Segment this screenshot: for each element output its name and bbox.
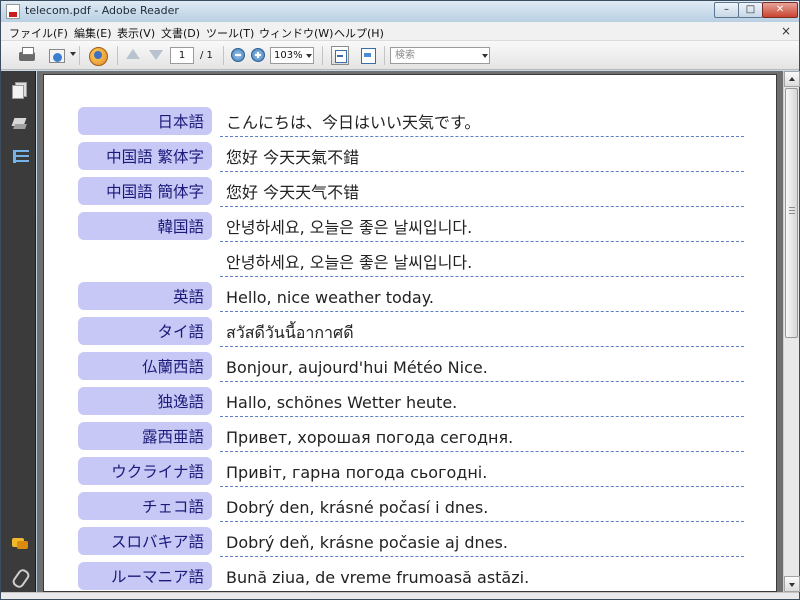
- language-label: ルーマニア語: [78, 562, 212, 590]
- chevron-down-icon: [482, 54, 488, 58]
- comments-icon[interactable]: [12, 536, 28, 551]
- language-label: 日本語: [78, 107, 212, 135]
- vertical-scrollbar[interactable]: [783, 71, 800, 592]
- language-label: 仏蘭西語: [78, 352, 212, 380]
- menu-document[interactable]: 文書(D): [161, 25, 200, 41]
- phrase-text: 您好 今天天气不错: [220, 177, 744, 207]
- zoom-in-icon[interactable]: [251, 48, 265, 62]
- language-label: スロバキア語: [78, 527, 212, 555]
- language-label: タイ語: [78, 317, 212, 345]
- app-window: telecom.pdf - Adobe Reader – □ ✕ ファイル(F)…: [0, 0, 800, 600]
- layers-icon[interactable]: [12, 116, 27, 131]
- scroll-thumb[interactable]: [785, 88, 798, 338]
- page-total: / 1: [200, 50, 213, 61]
- language-label: 韓国語: [78, 212, 212, 240]
- toolbar-separator: [384, 46, 385, 65]
- language-label: 英語: [78, 282, 212, 310]
- phrase-text: Bună ziua, de vreme frumoasă astăzi.: [220, 562, 744, 591]
- phrase-row: 独逸語 Hallo, schönes Wetter heute.: [78, 387, 744, 417]
- phrase-text: 您好 今天天氣不錯: [220, 142, 744, 172]
- share-icon[interactable]: [87, 45, 109, 66]
- phrase-text: 안녕하세요, 오늘은 좋은 날씨입니다.: [220, 247, 744, 277]
- menu-file[interactable]: ファイル(F): [9, 25, 68, 41]
- bookmarks-icon[interactable]: [12, 149, 29, 164]
- phrase-text: Привіт, гарна погода сьогодні.: [220, 457, 744, 487]
- menu-view[interactable]: 表示(V): [117, 25, 155, 41]
- phrase-text: Bonjour, aujourd'hui Météo Nice.: [220, 352, 744, 382]
- phrase-row: 韓国語 안녕하세요, 오늘은 좋은 날씨입니다.: [78, 212, 744, 242]
- phrase-text: Привет, хорошая погода сегодня.: [220, 422, 744, 452]
- scroll-up-button[interactable]: [784, 71, 800, 87]
- pdf-file-icon: [6, 4, 20, 19]
- menu-help[interactable]: ヘルプ(H): [334, 25, 384, 41]
- language-label: 露西亜語: [78, 422, 212, 450]
- status-bar: [1, 592, 799, 599]
- page-number-input[interactable]: 1: [170, 47, 194, 64]
- toolbar-separator: [322, 46, 323, 65]
- pdf-page: 日本語 こんにちは、今日はいい天気です。 中国語 繁体字 您好 今天天氣不錯 中…: [43, 74, 777, 592]
- navigation-panel: [1, 71, 36, 592]
- fit-page-icon[interactable]: [331, 46, 349, 65]
- toolbar-separator: [117, 46, 118, 65]
- toolbar-separator: [79, 46, 80, 65]
- zoom-out-icon[interactable]: [231, 48, 245, 62]
- next-page-icon[interactable]: [149, 50, 163, 60]
- search-placeholder: 検索: [395, 50, 415, 61]
- phrase-text: 안녕하세요, 오늘은 좋은 날씨입니다.: [220, 212, 744, 242]
- phrase-row: チェコ語 Dobrý den, krásné počasí i dnes.: [78, 492, 744, 522]
- menu-tools[interactable]: ツール(T): [206, 25, 254, 41]
- phrase-text: Hallo, schönes Wetter heute.: [220, 387, 744, 417]
- document-viewer[interactable]: 日本語 こんにちは、今日はいい天気です。 中国語 繁体字 您好 今天天氣不錯 中…: [37, 71, 783, 592]
- pages-icon[interactable]: [12, 82, 27, 99]
- phrase-text: こんにちは、今日はいい天気です。: [220, 107, 744, 137]
- phrase-row: 中国語 繁体字 您好 今天天氣不錯: [78, 142, 744, 172]
- phrase-row: ウクライナ語 Привіт, гарна погода сьогодні.: [78, 457, 744, 487]
- phrase-row: 仏蘭西語 Bonjour, aujourd'hui Météo Nice.: [78, 352, 744, 382]
- language-label: 独逸語: [78, 387, 212, 415]
- menu-edit[interactable]: 編集(E): [74, 25, 112, 41]
- fit-width-icon[interactable]: [359, 45, 377, 65]
- language-label: ウクライナ語: [78, 457, 212, 485]
- toolbar-separator: [223, 46, 224, 65]
- toolbar: 1 / 1 103% 検索: [1, 41, 799, 70]
- phrase-text: Dobrý den, krásné počasí i dnes.: [220, 492, 744, 522]
- mail-icon[interactable]: [46, 45, 68, 65]
- phrase-text: สวัสดีวันนี้อากาศดี: [220, 317, 744, 347]
- phrase-row: タイ語 สวัสดีวันนี้อากาศดี: [78, 317, 744, 347]
- phrase-row: 中国語 簡体字 您好 今天天气不错: [78, 177, 744, 207]
- mail-dropdown-chevron-icon[interactable]: [70, 52, 76, 56]
- phrase-row: 露西亜語 Привет, хорошая погода сегодня.: [78, 422, 744, 452]
- zoom-value: 103%: [274, 50, 303, 61]
- menu-window[interactable]: ウィンドウ(W): [259, 25, 333, 41]
- zoom-select[interactable]: 103%: [270, 47, 314, 64]
- attachments-icon[interactable]: [12, 569, 27, 584]
- language-label: チェコ語: [78, 492, 212, 520]
- window-title: telecom.pdf - Adobe Reader: [25, 4, 179, 17]
- close-document-button[interactable]: ×: [781, 24, 791, 38]
- language-label: 中国語 繁体字: [78, 142, 212, 170]
- phrase-row: スロバキア語 Dobrý deň, krásne počasie aj dnes…: [78, 527, 744, 557]
- close-window-button[interactable]: ✕: [762, 2, 798, 18]
- phrase-row: ルーマニア語 Bună ziua, de vreme frumoasă astă…: [78, 562, 744, 591]
- phrase-row: 안녕하세요, 오늘은 좋은 날씨입니다.: [78, 247, 744, 277]
- phrase-text: Dobrý deň, krásne počasie aj dnes.: [220, 527, 744, 557]
- previous-page-icon[interactable]: [126, 49, 140, 59]
- phrase-text: Hello, nice weather today.: [220, 282, 744, 312]
- menu-bar: ファイル(F) 編集(E) 表示(V) 文書(D) ツール(T) ウィンドウ(W…: [1, 22, 799, 41]
- phrase-row: 英語 Hello, nice weather today.: [78, 282, 744, 312]
- printer-icon[interactable]: [17, 45, 37, 65]
- language-label: 中国語 簡体字: [78, 177, 212, 205]
- chevron-down-icon: [306, 54, 312, 58]
- phrase-row: 日本語 こんにちは、今日はいい天気です。: [78, 107, 744, 137]
- search-input[interactable]: 検索: [390, 47, 490, 64]
- title-bar: telecom.pdf - Adobe Reader – □ ✕: [1, 1, 799, 22]
- scroll-down-button[interactable]: [784, 576, 800, 592]
- maximize-button[interactable]: □: [738, 2, 763, 18]
- minimize-button[interactable]: –: [714, 2, 739, 18]
